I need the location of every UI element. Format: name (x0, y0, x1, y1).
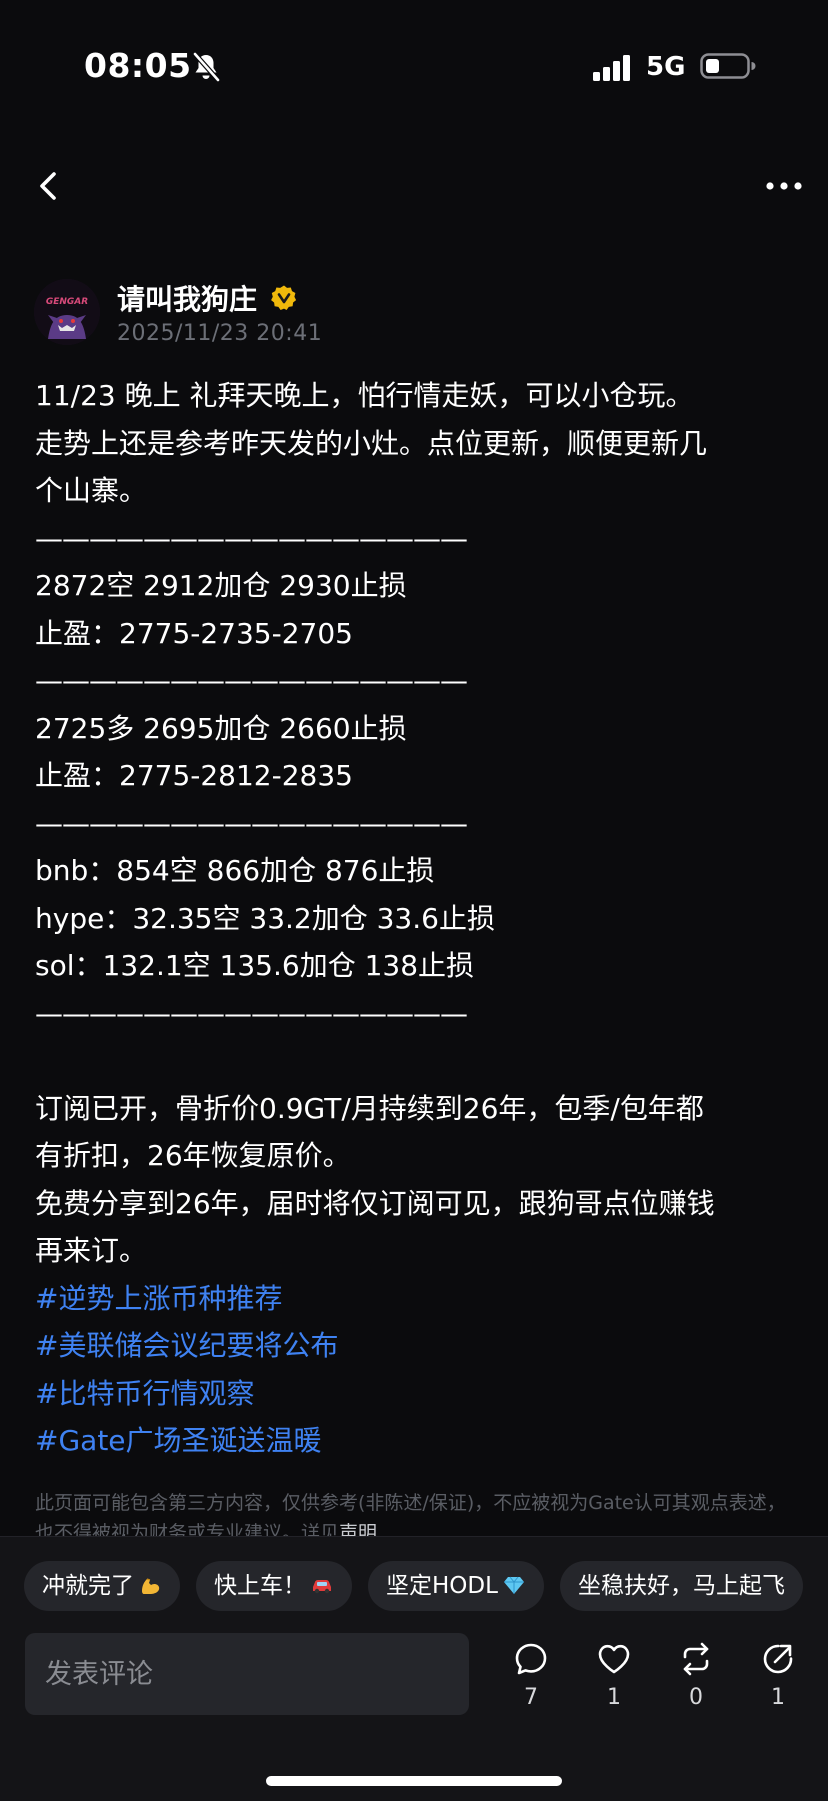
share-button[interactable]: 1 (748, 1641, 808, 1710)
verified-badge-icon (271, 285, 297, 310)
trade-line: 止盈：2775-2812-2835 (35, 759, 353, 792)
share-count: 1 (771, 1685, 785, 1710)
comment-count: 7 (524, 1685, 538, 1710)
signal-icon (593, 55, 630, 81)
trade-line: bnb：854空 866加仓 876止损 (35, 854, 435, 887)
bottom-comment-bar: 冲就完了 快上车！ 坚定HODL 坐稳扶好，马上起飞 发表评论 7 1 0 1 (0, 1536, 828, 1801)
hashtag-link[interactable]: #美联储会议纪要将公布 (35, 1322, 795, 1370)
battery-icon (700, 53, 756, 79)
comment-button[interactable]: 7 (501, 1641, 561, 1710)
repost-button[interactable]: 0 (666, 1641, 726, 1710)
car-icon (313, 1580, 331, 1594)
trade-line: 止盈：2775-2735-2705 (35, 616, 353, 650)
author-name[interactable]: 请叫我狗庄 (117, 278, 257, 318)
repost-count: 0 (689, 1685, 703, 1710)
network-label: 5G (646, 52, 686, 82)
separator-line: ———————————————— (35, 521, 468, 555)
quick-reply-chip[interactable]: 坐稳扶好，马上起飞 (559, 1561, 803, 1611)
bell-off-icon (193, 52, 220, 82)
quick-reply-chips: 冲就完了 快上车！ 坚定HODL 坐稳扶好，马上起飞 (24, 1561, 819, 1611)
post-text-line: 走势上还是参考昨天发的小灶。点位更新，顺便更新几 (35, 426, 708, 460)
heart-icon (598, 1644, 630, 1674)
post-body: 11/23 晚上 礼拜天晚上，怕行情走妖，可以小仓玩。 走势上还是参考昨天发的小… (35, 372, 795, 1465)
post-text-line: 订阅已开，骨折价0.9GT/月持续到26年，包季/包年都 (35, 1091, 704, 1125)
disclaimer: 此页面可能包含第三方内容，仅供参考(非陈述/保证)，不应被视为Gate认可其观点… (35, 1488, 795, 1538)
separator-line: ———————————————— (35, 664, 468, 697)
post-timestamp: 2025/11/23 20:41 (117, 321, 323, 346)
gengar-avatar-image: GENGAR (34, 279, 100, 345)
trade-line: 2725多 2695加仓 2660止损 (35, 711, 407, 745)
post-text-line: 免费分享到26年，届时将仅订阅可见，跟狗哥点位赚钱 (35, 1186, 715, 1220)
like-button[interactable]: 1 (584, 1641, 644, 1710)
more-icon[interactable] (764, 176, 804, 196)
quick-reply-label: 快上车！ (214, 1573, 306, 1599)
trade-line: 2872空 2912加仓 2930止损 (35, 569, 407, 602)
hashtag-link[interactable]: #逆势上涨币种推荐 (35, 1275, 795, 1323)
share-icon (763, 1644, 793, 1674)
post-text-line: 有折扣，26年恢复原价。 (35, 1139, 351, 1172)
disclaimer-text: 此页面可能包含第三方内容，仅供参考(非陈述/保证)，不应被视为Gate认可其观点… (35, 1492, 786, 1538)
quick-reply-chip[interactable]: 坚定HODL (368, 1561, 544, 1611)
comment-input[interactable] (25, 1633, 469, 1715)
status-time: 08:05 (84, 46, 192, 85)
post-detail-page: 08:05 5G GENGAR 请叫我狗庄 2025/11/23 20:41 1… (0, 0, 828, 1801)
trade-line: sol：132.1空 135.6加仓 138止损 (35, 949, 475, 982)
status-bar: 08:05 5G (0, 0, 828, 130)
quick-reply-chip[interactable]: 快上车！ (196, 1561, 352, 1611)
hashtag-link[interactable]: #比特币行情观察 (35, 1370, 795, 1418)
like-count: 1 (607, 1685, 621, 1710)
post-text-line: 再来订。 (35, 1234, 148, 1267)
separator-line: ———————————————— (35, 806, 468, 840)
hashtag-link[interactable]: #Gate广场圣诞送温暖 (35, 1417, 795, 1465)
post-text-line: 个山寨。 (35, 474, 148, 507)
comment-icon (515, 1643, 547, 1675)
post-text-line: 11/23 晚上 礼拜天晚上，怕行情走妖，可以小仓玩。 (35, 379, 694, 412)
quick-reply-label: 冲就完了 (42, 1573, 134, 1599)
flexed-biceps-icon (142, 1578, 160, 1594)
quick-reply-label: 坐稳扶好，马上起飞 (577, 1573, 785, 1599)
back-icon[interactable] (34, 166, 70, 206)
avatar-logo-text: GENGAR (46, 297, 88, 307)
quick-reply-label: 坚定HODL (386, 1573, 498, 1599)
separator-line: ———————————————— (35, 996, 468, 1030)
repost-icon (683, 1642, 709, 1676)
quick-reply-chip[interactable]: 冲就完了 (24, 1561, 180, 1611)
trade-line: hype：32.35空 33.2加仓 33.6止损 (35, 901, 495, 935)
home-indicator (266, 1776, 562, 1786)
avatar[interactable]: GENGAR (34, 279, 100, 345)
gem-icon (503, 1576, 524, 1594)
